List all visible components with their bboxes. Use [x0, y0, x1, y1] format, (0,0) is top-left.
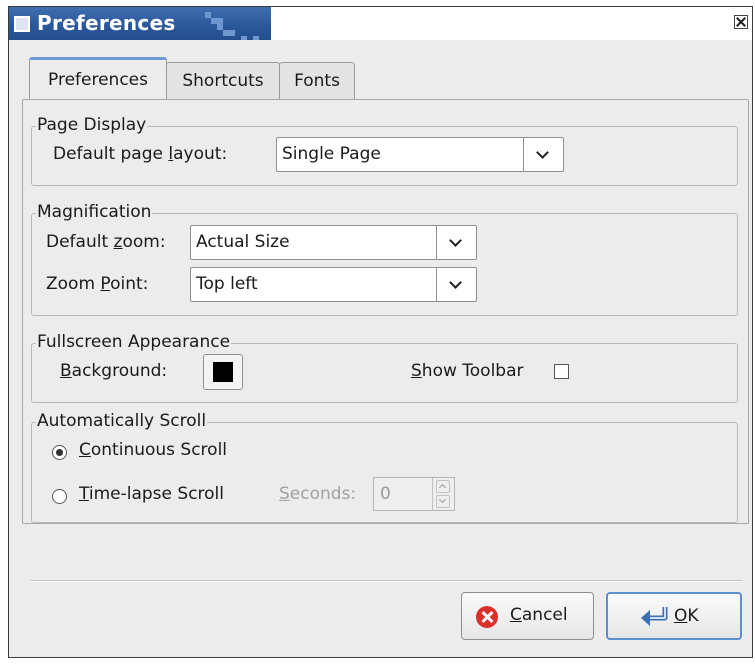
chevron-down-icon: [436, 268, 476, 301]
background-color-button[interactable]: [203, 354, 243, 390]
chevron-down-icon: [523, 138, 563, 171]
zoom-point-select[interactable]: Top left: [190, 267, 477, 302]
titlebar-decoration: [205, 12, 265, 40]
fullscreen-appearance-group: Fullscreen Appearance Background: Show T…: [31, 332, 738, 403]
tab-preferences[interactable]: Preferences: [29, 57, 167, 99]
tab-fonts[interactable]: Fonts: [279, 62, 355, 99]
preferences-dialog: Preferences Preferences Shortcuts Fonts …: [8, 6, 753, 658]
spin-up-icon[interactable]: [436, 480, 450, 493]
enter-arrow-icon: [641, 607, 668, 626]
time-lapse-scroll-radio[interactable]: [52, 489, 67, 504]
show-toolbar-label: Show Toolbar: [411, 361, 524, 381]
magnification-group: Magnification Default zoom: Actual Size …: [31, 202, 738, 316]
window-menu-icon[interactable]: [14, 16, 30, 32]
page-display-group: Page Display Default page layout: Single…: [31, 115, 738, 186]
color-swatch: [213, 362, 233, 382]
group-title: Magnification: [36, 202, 153, 222]
default-zoom-select[interactable]: Actual Size: [190, 225, 477, 260]
continuous-scroll-label[interactable]: Continuous Scroll: [79, 440, 227, 460]
seconds-spinbox[interactable]: 0: [373, 477, 455, 511]
close-icon[interactable]: [734, 15, 748, 29]
ok-button[interactable]: OK: [606, 592, 742, 640]
continuous-scroll-radio[interactable]: [52, 445, 67, 460]
window-title: Preferences: [37, 11, 176, 35]
zoom-point-label: Zoom Point:: [46, 274, 149, 294]
chevron-down-icon: [436, 226, 476, 259]
cancel-button-label: Cancel: [510, 605, 568, 625]
show-toolbar-checkbox[interactable]: [554, 364, 569, 379]
cancel-button[interactable]: Cancel: [461, 592, 594, 640]
title-bar[interactable]: Preferences: [9, 7, 752, 40]
time-lapse-scroll-label[interactable]: Time-lapse Scroll: [79, 484, 224, 504]
automatically-scroll-group: Automatically Scroll Continuous Scroll T…: [31, 411, 738, 523]
page-layout-select[interactable]: Single Page: [276, 137, 564, 172]
group-title: Page Display: [36, 115, 148, 135]
tab-shortcuts[interactable]: Shortcuts: [166, 62, 280, 99]
ok-button-label: OK: [674, 606, 699, 626]
background-label: Background:: [60, 361, 168, 381]
seconds-label: Seconds:: [279, 484, 357, 504]
layout-label: Default page layout:: [53, 144, 228, 164]
cancel-icon: [476, 606, 498, 628]
group-title: Fullscreen Appearance: [36, 332, 232, 352]
preferences-tab-panel: Page Display Default page layout: Single…: [22, 99, 749, 524]
default-zoom-label: Default zoom:: [46, 232, 166, 252]
button-separator: [30, 580, 742, 582]
spin-down-icon[interactable]: [436, 495, 450, 508]
group-title: Automatically Scroll: [36, 411, 208, 431]
